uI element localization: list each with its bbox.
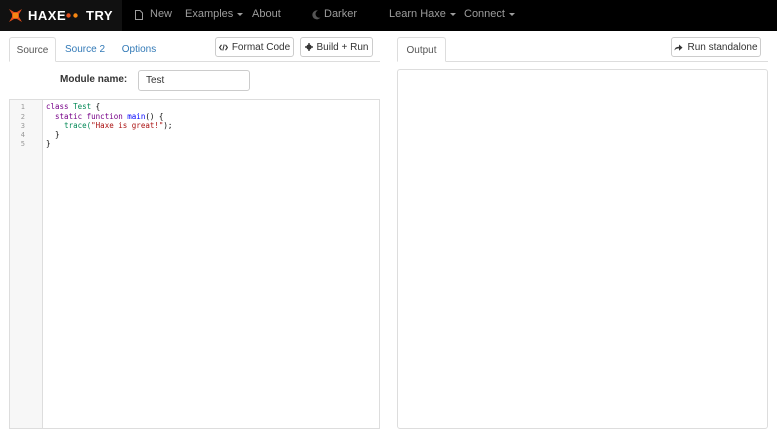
line-number-gutter: 1 2 3 4 5 (10, 100, 43, 428)
format-code-label: Format Code (231, 41, 291, 53)
build-run-label: Build + Run (316, 41, 369, 53)
code-line: class Test { (46, 102, 100, 111)
code-line: static function main() { (46, 112, 163, 121)
line-number: 5 (20, 140, 25, 148)
code-icon (218, 43, 228, 51)
module-name-label: Module name: (60, 74, 128, 85)
code-type: Test (73, 102, 92, 111)
run-standalone-button[interactable]: Run standalone (671, 37, 761, 57)
brand-suffix: TRY (86, 8, 114, 23)
output-tab-divider (397, 61, 768, 62)
run-standalone-label: Run standalone (687, 41, 758, 53)
code-call: trace( (64, 121, 92, 130)
build-run-button[interactable]: Build + Run (300, 37, 373, 57)
nav-connect[interactable]: Connect (464, 8, 515, 20)
code-text: () { (145, 112, 164, 121)
tab-options[interactable]: Options (116, 37, 162, 62)
brand[interactable]: HAXE TRY (0, 0, 122, 31)
chevron-down-icon (508, 12, 515, 16)
haxe-logo-icon (9, 9, 22, 22)
chevron-down-icon (237, 12, 244, 16)
code-line: } (46, 139, 51, 148)
output-panel (397, 69, 768, 429)
nav-darker[interactable]: Darker (324, 8, 357, 20)
code-line: } (46, 130, 60, 139)
code-keyword: static (55, 112, 83, 121)
line-number: 3 (20, 122, 25, 130)
nav-examples[interactable]: Examples (185, 8, 244, 20)
top-navbar: HAXE TRY New Examples About Darker Learn… (0, 0, 777, 31)
share-icon (674, 44, 683, 51)
code-string: "Haxe is great!" (91, 121, 164, 130)
chevron-down-icon (449, 12, 456, 16)
code-keyword: function (86, 112, 123, 121)
nav-examples-label: Examples (185, 8, 234, 20)
line-number: 1 (20, 103, 25, 111)
code-keyword: class (46, 102, 69, 111)
code-def: main (127, 112, 146, 121)
nav-learn-label: Learn Haxe (389, 8, 446, 20)
file-icon (135, 10, 143, 20)
nav-about[interactable]: About (252, 8, 281, 20)
nav-learn-haxe[interactable]: Learn Haxe (389, 8, 456, 20)
line-number: 4 (20, 131, 25, 139)
format-code-button[interactable]: Format Code (215, 37, 294, 57)
nav-new[interactable]: New (150, 8, 172, 20)
code-text: ); (163, 121, 173, 130)
line-number: 2 (20, 113, 25, 121)
code-text: { (91, 102, 101, 111)
module-name-input[interactable] (138, 70, 250, 91)
tab-source[interactable]: Source (9, 37, 56, 62)
code-line: trace("Haxe is great!"); (46, 121, 172, 130)
tab-output[interactable]: Output (397, 37, 446, 62)
brand-dots-icon (66, 13, 78, 18)
moon-icon (312, 10, 321, 20)
gear-icon (304, 43, 313, 51)
code-editor[interactable]: 1 2 3 4 5 class Test { static function m… (9, 99, 380, 429)
brand-name: HAXE (28, 8, 67, 23)
tab-source-2[interactable]: Source 2 (60, 37, 110, 62)
nav-connect-label: Connect (464, 8, 505, 20)
